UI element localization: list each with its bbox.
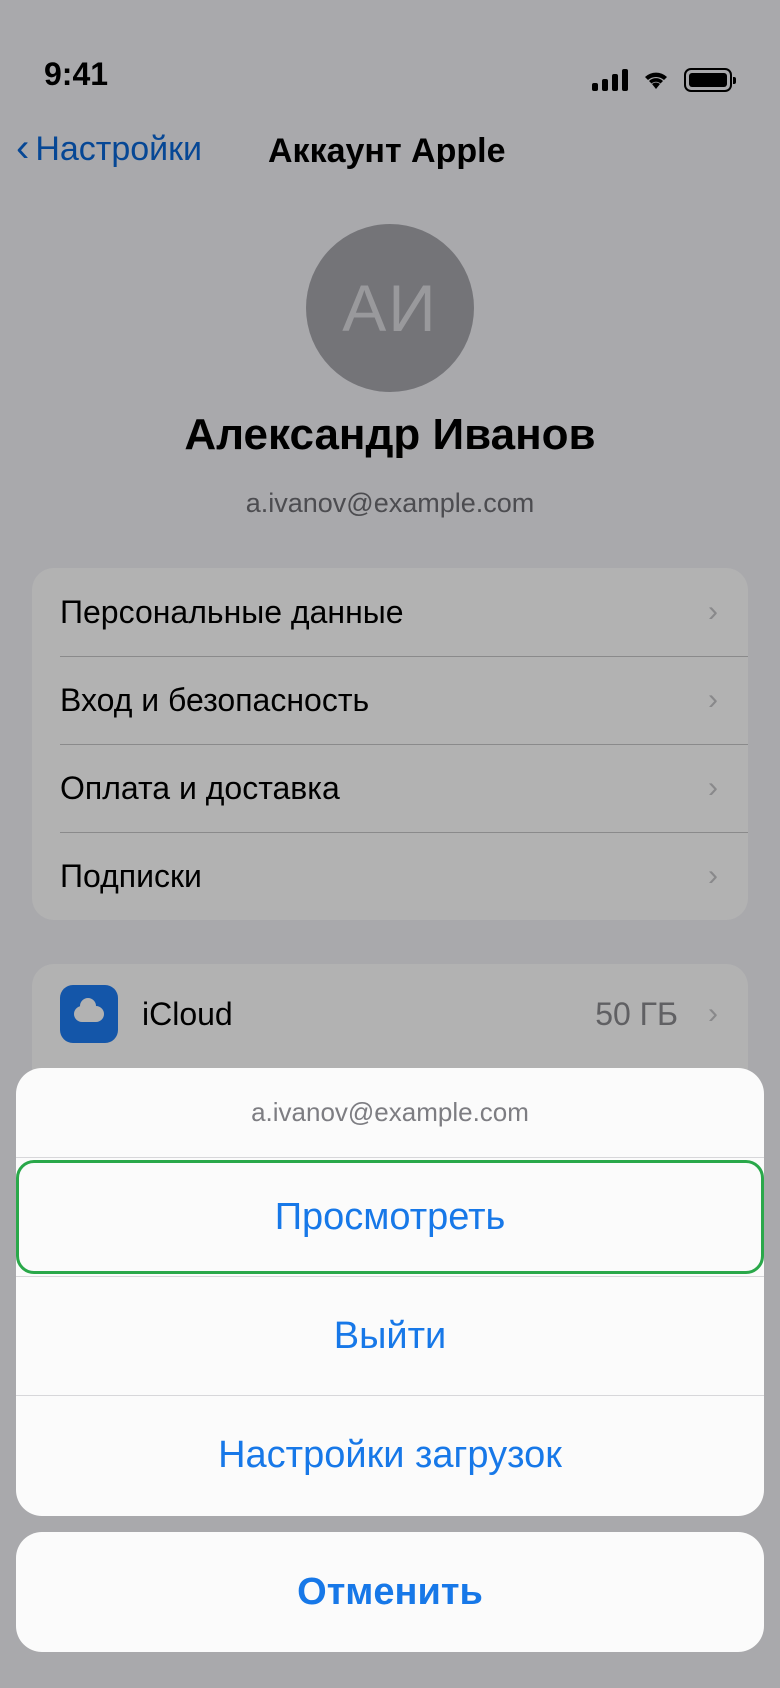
view-button[interactable]: Просмотреть	[16, 1158, 764, 1277]
download-settings-button[interactable]: Настройки загрузок	[16, 1396, 764, 1515]
action-sheet: a.ivanov@example.com Просмотреть Выйти Н…	[16, 1068, 764, 1516]
action-sheet-title: a.ivanov@example.com	[16, 1068, 764, 1158]
sign-out-button[interactable]: Выйти	[16, 1277, 764, 1396]
cancel-button[interactable]: Отменить	[16, 1532, 764, 1652]
